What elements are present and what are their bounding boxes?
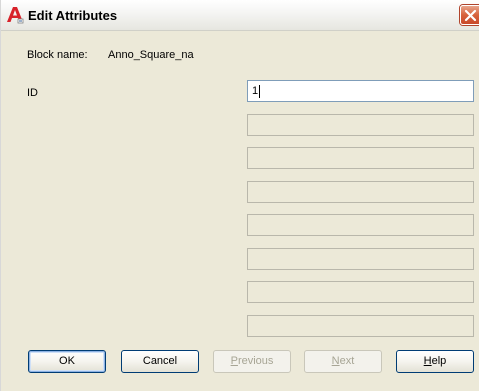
empty-attribute-field (247, 114, 474, 136)
empty-attribute-field (247, 214, 474, 236)
block-name-label: Block name: (27, 49, 88, 61)
previous-mnemonic: P (230, 355, 238, 367)
help-mnemonic: H (423, 355, 432, 367)
empty-attribute-field (247, 315, 474, 337)
empty-attribute-field (247, 248, 474, 270)
next-button[interactable]: Next (304, 350, 382, 373)
block-name-value: Anno_Square_na (108, 49, 194, 61)
id-value-input[interactable] (248, 81, 473, 101)
edit-attributes-dialog: Edit Attributes Block name: Anno_Square_… (0, 0, 479, 391)
empty-attribute-field (247, 281, 474, 303)
close-button[interactable] (460, 5, 479, 25)
help-label: elp (431, 355, 447, 367)
ok-button[interactable]: OK (28, 350, 106, 373)
empty-attribute-field (247, 181, 474, 203)
close-x-icon (464, 9, 477, 22)
previous-label: revious (237, 355, 274, 367)
help-button[interactable]: Help (396, 350, 474, 373)
attribute-label-id: ID (27, 87, 38, 99)
dialog-title: Edit Attributes (28, 8, 118, 23)
text-caret (259, 85, 260, 98)
cancel-button[interactable]: Cancel (121, 350, 199, 373)
autocad-a-icon (6, 6, 24, 24)
next-label: ext (339, 355, 355, 367)
empty-attribute-field (247, 147, 474, 169)
previous-button[interactable]: Previous (213, 350, 291, 373)
next-mnemonic: N (331, 355, 340, 367)
attribute-field-id[interactable] (247, 80, 474, 102)
title-bar[interactable]: Edit Attributes (1, 0, 479, 31)
